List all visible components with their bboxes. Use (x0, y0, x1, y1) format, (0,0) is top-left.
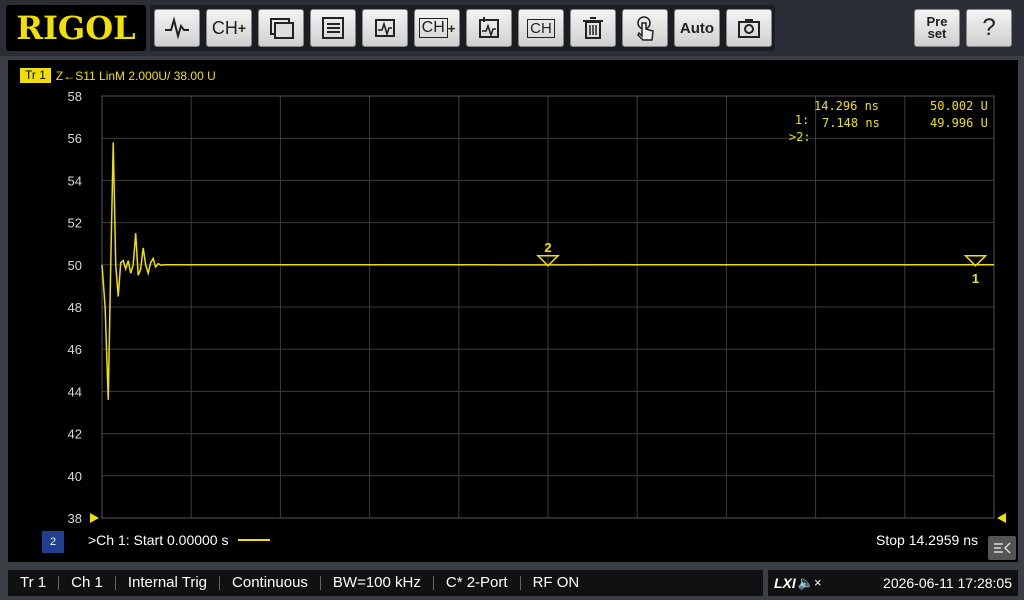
y-tick-label: 56 (68, 131, 82, 146)
measurement-display[interactable]: Tr 1 Z←S11 LinM 2.000U/ 38.00 U 58 56 54 52… (8, 60, 1018, 562)
reference-right-arrow (997, 513, 1006, 523)
lxi-icon[interactable]: LXI (774, 575, 796, 591)
start-label: >Ch 1: Start 0.00000 s (88, 532, 229, 548)
camera-icon (738, 19, 760, 38)
marker-2-label: 2 (544, 240, 551, 255)
marker-row-2-value: 49.996 U (930, 116, 988, 130)
status-item[interactable]: C* 2-Port (434, 575, 521, 590)
marker-row-2-time: 7.148 ns (822, 116, 880, 130)
datetime: 2026-06-11 17:28:05 (883, 575, 1012, 591)
status-item[interactable]: RF ON (521, 575, 592, 590)
edit-channel-button[interactable]: CH (518, 9, 564, 47)
rigol-logo: RIGOL (6, 5, 146, 51)
marker-1-value: 50.002 U (930, 99, 988, 113)
trash-icon (583, 17, 603, 39)
table-button[interactable] (310, 9, 356, 47)
trace-color-swatch (238, 539, 271, 541)
add-trace-button[interactable] (362, 9, 408, 47)
touch-hand-icon (637, 16, 654, 41)
y-tick-label: 54 (68, 173, 82, 188)
y-tick-label: 44 (68, 384, 82, 399)
help-icon: ? (982, 14, 996, 41)
status-item[interactable]: Continuous (220, 575, 321, 590)
window-button[interactable] (258, 9, 304, 47)
y-tick-label: 50 (68, 258, 82, 273)
auto-button[interactable]: Auto (674, 9, 720, 47)
collapse-panel-icon[interactable] (988, 536, 1016, 560)
window-icon (270, 18, 294, 39)
marker-1-label: 1 (972, 271, 979, 286)
add-trace-icon (375, 19, 395, 37)
y-tick-label: 38 (68, 511, 82, 526)
edit-trace-icon (479, 17, 499, 38)
add-channel-button[interactable]: CH + (206, 9, 252, 47)
status-item[interactable]: BW=100 kHz (321, 575, 434, 590)
stop-label: Stop 14.2959 ns (876, 532, 978, 548)
preset-button[interactable]: Pre set (914, 9, 960, 47)
edit-channel-label: CH (527, 18, 555, 38)
marker-2-id: >2: (788, 130, 811, 144)
y-tick-label: 52 (68, 216, 82, 231)
status-item[interactable]: Internal Trig (116, 575, 221, 590)
marker-1-time: 14.296 ns (814, 99, 880, 113)
y-tick-label: 42 (68, 427, 82, 442)
status-bar: Tr 1 Ch 1 Internal Trig Continuous BW=100 kH… (8, 570, 763, 596)
help-button[interactable]: ? (966, 9, 1012, 47)
marker-2-value: 49.996 U (930, 116, 988, 130)
touch-button[interactable] (622, 9, 668, 47)
y-tick-label: 40 (68, 469, 82, 484)
preset-label: Pre set (926, 14, 948, 41)
toolbar: RIGOL CH + CH + CH Auto Pre set ? (0, 0, 1024, 56)
plus-icon: + (237, 20, 247, 36)
status-bar-right: LXI 🔈× 2026-06-11 17:28:05 (768, 570, 1018, 596)
start-info[interactable]: >Ch 1: Start 0.00000 s (88, 532, 271, 548)
marker-row-1-time: 14.296 ns (814, 99, 879, 113)
auto-label: Auto (679, 19, 715, 37)
add-channel-label: CH (211, 17, 238, 38)
toolbar-button-group: CH + CH + CH Auto (150, 5, 775, 51)
trace-plot[interactable]: 58 56 54 52 50 48 46 44 42 40 38 2 1 (8, 60, 1018, 562)
channel-badge[interactable]: 2 (42, 531, 64, 553)
speaker-muted-icon[interactable]: 🔈× (798, 575, 822, 591)
trace-button[interactable] (154, 9, 200, 47)
marker-2-time: 7.148 ns (822, 116, 880, 130)
plus-icon: + (447, 20, 456, 36)
status-item[interactable]: Ch 1 (59, 575, 116, 590)
stop-info[interactable]: Stop 14.2959 ns (876, 532, 978, 548)
edit-trace-button[interactable] (466, 9, 512, 47)
marker-row-2: >2: (760, 116, 811, 158)
screenshot-button[interactable] (726, 9, 772, 47)
y-tick-label: 46 (68, 342, 82, 357)
delete-button[interactable] (570, 9, 616, 47)
reference-left-arrow (90, 513, 99, 523)
y-tick-label: 58 (68, 89, 82, 104)
marker-row-1-value: 50.002 U (930, 99, 988, 113)
status-item[interactable]: Tr 1 (8, 575, 60, 590)
trace-wave-icon (165, 16, 189, 40)
y-tick-label: 48 (68, 300, 82, 315)
add-channel-window-label: CH (418, 18, 448, 38)
table-icon (322, 17, 344, 39)
add-channel-window-button[interactable]: CH + (414, 9, 460, 47)
